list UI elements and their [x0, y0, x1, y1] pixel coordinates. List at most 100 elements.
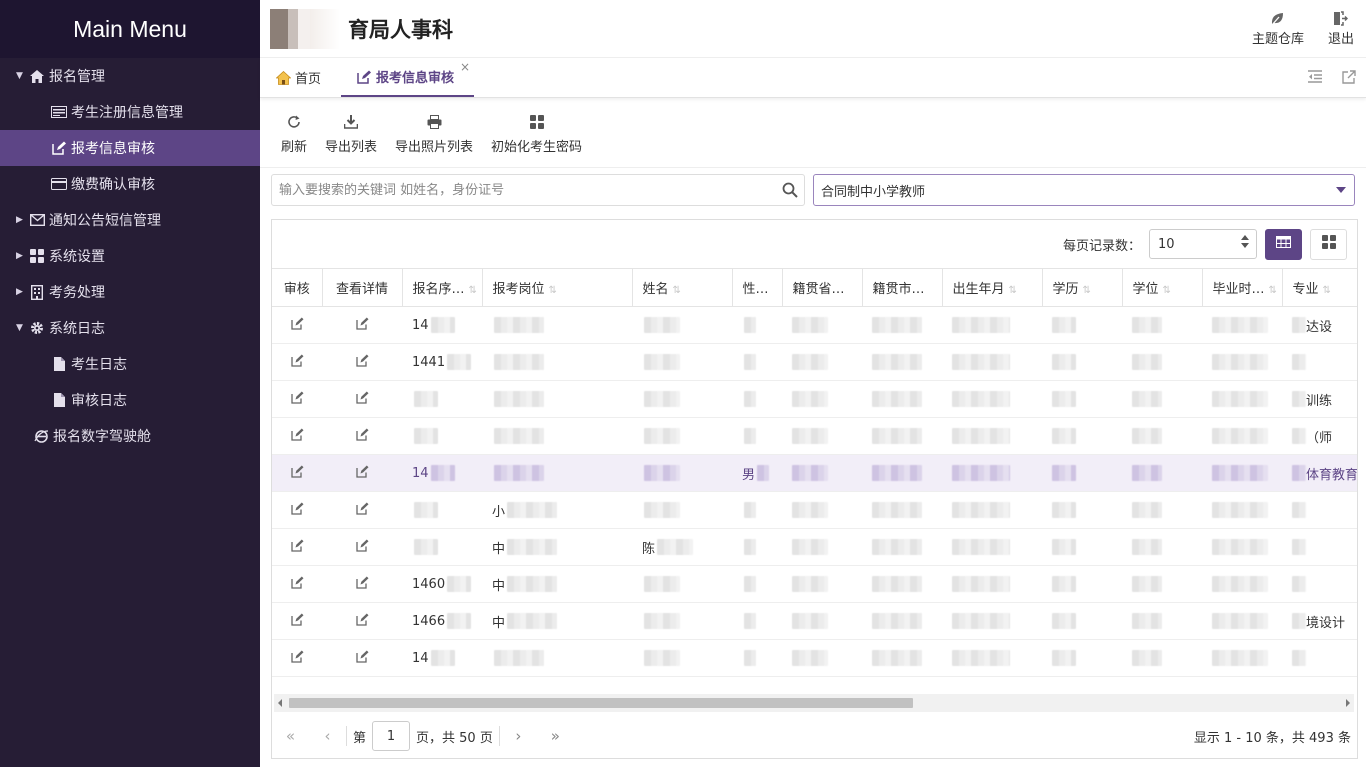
- table-row[interactable]: 14 达设: [272, 306, 1357, 344]
- review-edit-icon[interactable]: [272, 306, 322, 344]
- prev-page-icon[interactable]: ‹: [309, 727, 346, 745]
- home-icon: [28, 69, 46, 83]
- table-row[interactable]: 14 男 体育教育: [272, 454, 1357, 492]
- edit-icon: [355, 70, 373, 84]
- col-header-degree[interactable]: 学位 ⇅: [1122, 268, 1203, 307]
- horizontal-scrollbar[interactable]: [274, 694, 1354, 712]
- logout-button[interactable]: 退出: [1316, 8, 1366, 47]
- review-edit-icon[interactable]: [272, 491, 322, 529]
- ie-icon: [32, 429, 50, 443]
- col-header-position[interactable]: 报考岗位 ⇅: [482, 268, 633, 307]
- cell-birth: [942, 602, 1042, 640]
- last-page-icon[interactable]: »: [537, 727, 574, 745]
- review-edit-icon[interactable]: [272, 602, 322, 640]
- card-view-button[interactable]: [1310, 228, 1347, 260]
- table-row[interactable]: 14: [272, 639, 1357, 677]
- reset-password-button[interactable]: 初始化考生密码: [482, 111, 591, 155]
- col-header-birth[interactable]: 出生年月 ⇅: [942, 268, 1043, 307]
- first-page-icon[interactable]: «: [272, 727, 309, 745]
- page-size-input[interactable]: 10: [1149, 229, 1257, 259]
- table-row[interactable]: 1441: [272, 343, 1357, 381]
- sidebar-item-registration[interactable]: ▼ 报名管理: [0, 58, 260, 94]
- cell-native-province: [782, 528, 862, 566]
- sidebar-item-exam-affairs[interactable]: ▶ 考务处理: [0, 274, 260, 310]
- caret-right-icon: ▶: [16, 215, 23, 225]
- col-header-gender[interactable]: 性…: [732, 268, 783, 307]
- search-input[interactable]: [272, 175, 772, 205]
- tab-application-review[interactable]: 报考信息审核 ×: [341, 58, 475, 97]
- sidebar-item-system-settings[interactable]: ▶ 系统设置: [0, 238, 260, 274]
- cell-education: [1042, 380, 1122, 418]
- table-row[interactable]: 1466 中 境设计: [272, 602, 1357, 640]
- theme-store-button[interactable]: 主题仓库: [1240, 8, 1316, 47]
- sidebar-item-application-review[interactable]: 报考信息审核: [0, 130, 260, 166]
- table-row[interactable]: （师: [272, 417, 1357, 455]
- col-header-education[interactable]: 学历 ⇅: [1042, 268, 1123, 307]
- table-row[interactable]: 训练: [272, 380, 1357, 418]
- sidebar-item-label: 系统设置: [49, 249, 105, 265]
- sidebar-item-system-log[interactable]: ▼ 系统日志: [0, 310, 260, 346]
- external-link-icon[interactable]: [1342, 70, 1356, 88]
- view-details-icon[interactable]: [322, 306, 402, 344]
- sidebar-item-candidate-log[interactable]: 考生日志: [0, 346, 260, 382]
- table-row[interactable]: 小: [272, 491, 1357, 529]
- col-header-name[interactable]: 姓名 ⇅: [632, 268, 733, 307]
- tab-home[interactable]: 首页: [260, 58, 335, 97]
- cell-reg-no: [402, 491, 482, 529]
- table-view-button[interactable]: [1265, 228, 1302, 260]
- review-edit-icon[interactable]: [272, 528, 322, 566]
- view-details-icon[interactable]: [322, 528, 402, 566]
- view-details-icon[interactable]: [322, 343, 402, 381]
- review-edit-icon[interactable]: [272, 454, 322, 492]
- cell-reg-no: [402, 417, 482, 455]
- sidebar-item-candidate-registration[interactable]: 考生注册信息管理: [0, 94, 260, 130]
- view-details-icon[interactable]: [322, 491, 402, 529]
- sidebar-item-notice-sms[interactable]: ▶ 通知公告短信管理: [0, 202, 260, 238]
- export-list-button[interactable]: 导出列表: [316, 111, 386, 155]
- refresh-icon: [287, 111, 301, 133]
- cell-birth: [942, 343, 1042, 381]
- view-details-icon[interactable]: [322, 454, 402, 492]
- cell-name: 陈: [632, 528, 732, 566]
- tab-label: 报考信息审核: [376, 71, 455, 86]
- review-edit-icon[interactable]: [272, 639, 322, 677]
- sidebar-item-dashboard[interactable]: 报名数字驾驶舱: [0, 418, 260, 454]
- export-photos-button[interactable]: 导出照片列表: [386, 111, 482, 155]
- view-details-icon[interactable]: [322, 417, 402, 455]
- review-edit-icon[interactable]: [272, 343, 322, 381]
- tab-bar: 首页 报考信息审核 ×: [260, 58, 1366, 98]
- view-details-icon[interactable]: [322, 639, 402, 677]
- view-details-icon[interactable]: [322, 602, 402, 640]
- review-edit-icon[interactable]: [272, 565, 322, 603]
- table-row[interactable]: 1460 中: [272, 565, 1357, 603]
- cell-education: [1042, 454, 1122, 492]
- next-page-icon[interactable]: ›: [500, 727, 537, 745]
- col-header-graduation[interactable]: 毕业时… ⇅: [1202, 268, 1283, 307]
- cell-degree: [1122, 306, 1202, 344]
- view-details-icon[interactable]: [322, 380, 402, 418]
- table-row[interactable]: 中陈: [272, 528, 1357, 566]
- cell-native-province: [782, 565, 862, 603]
- cell-name: [632, 454, 732, 492]
- col-header-reg-no[interactable]: 报名序… ⇅: [402, 268, 483, 307]
- sidebar-item-review-log[interactable]: 审核日志: [0, 382, 260, 418]
- scrollbar-thumb[interactable]: [289, 698, 913, 708]
- spinner[interactable]: [1241, 235, 1249, 248]
- page-prefix: 第: [353, 730, 367, 746]
- col-header-major[interactable]: 专业 ⇅: [1282, 268, 1357, 307]
- sidebar-item-payment-review[interactable]: 缴费确认审核: [0, 166, 260, 202]
- indent-icon[interactable]: [1308, 70, 1322, 88]
- envelope-icon: [28, 213, 46, 227]
- col-header-native-city[interactable]: 籍贯市…: [862, 268, 943, 307]
- col-header-native-province[interactable]: 籍贯省…: [782, 268, 863, 307]
- view-details-icon[interactable]: [322, 565, 402, 603]
- refresh-button[interactable]: 刷新: [272, 111, 316, 155]
- review-edit-icon[interactable]: [272, 417, 322, 455]
- position-category-select[interactable]: 合同制中小学教师: [813, 174, 1355, 206]
- search-icon[interactable]: [782, 182, 798, 202]
- tab-close-icon[interactable]: ×: [460, 60, 470, 74]
- cell-gender: [732, 602, 782, 640]
- cell-name: [632, 380, 732, 418]
- page-number-input[interactable]: 1: [372, 721, 411, 751]
- review-edit-icon[interactable]: [272, 380, 322, 418]
